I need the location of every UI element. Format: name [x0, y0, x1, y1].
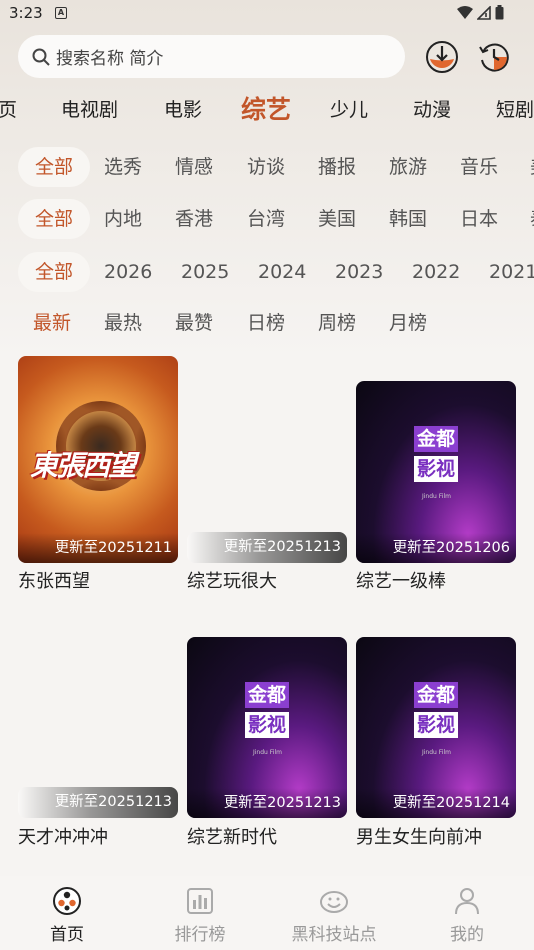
person-icon	[455, 888, 479, 915]
poster: 金都 影视 Jindu Film 更新至20251206	[356, 381, 516, 563]
search-icon	[32, 48, 50, 66]
genre-chip[interactable]: 播报	[318, 147, 356, 187]
poster: 金都 影视 Jindu Film 更新至20251214	[356, 637, 516, 818]
genre-filter-row: 全部 选秀 情感 访谈 播报 旅游 音乐 美	[0, 147, 534, 187]
nav-label: 我的	[450, 925, 484, 945]
nav-profile[interactable]: 我的	[400, 876, 534, 950]
year-chip[interactable]: 2024	[258, 252, 306, 292]
poster-logo-text: 東張西望	[30, 449, 136, 482]
region-filter-row: 全部 内地 香港 台湾 美国 韩国 日本 泰	[0, 199, 534, 239]
show-title: 综艺玩很大	[187, 571, 277, 592]
battery-icon	[495, 5, 504, 20]
update-badge: 更新至20251213	[187, 788, 347, 818]
nav-ranking[interactable]: 排行榜	[133, 876, 267, 950]
show-title: 男生女生向前冲	[356, 827, 482, 848]
genre-chip-all[interactable]: 全部	[18, 147, 90, 187]
region-chip[interactable]: 香港	[175, 199, 213, 239]
nav-label: 首页	[50, 925, 84, 945]
sort-chip[interactable]: 周榜	[318, 303, 356, 343]
year-chip-all[interactable]: 全部	[18, 252, 90, 292]
show-card[interactable]: 金都 影视 Jindu Film 更新至20251213 综艺新时代	[187, 612, 347, 852]
sort-chip[interactable]: 最赞	[175, 303, 213, 343]
tab-home-partial[interactable]: 页	[0, 88, 17, 132]
sort-chip[interactable]: 最热	[104, 303, 142, 343]
show-card[interactable]: 金都 影视 Jindu Film 更新至20251214 男生女生向前冲	[356, 612, 516, 852]
show-title: 综艺新时代	[187, 827, 277, 848]
region-chip[interactable]: 台湾	[247, 199, 285, 239]
genre-chip[interactable]: 音乐	[460, 147, 498, 187]
poster: 金都 影视 Jindu Film 更新至20251213	[187, 637, 347, 818]
region-chip[interactable]: 内地	[104, 199, 142, 239]
update-badge: 更新至20251211	[18, 533, 178, 563]
region-chip[interactable]: 日本	[460, 199, 498, 239]
nav-label: 黑科技站点	[291, 925, 377, 945]
genre-chip[interactable]: 情感	[175, 147, 213, 187]
show-title: 综艺一级棒	[356, 571, 446, 592]
region-chip[interactable]: 泰	[530, 199, 534, 239]
tab-tv-series[interactable]: 电视剧	[61, 88, 118, 132]
wifi-icon	[457, 5, 473, 19]
tab-movies[interactable]: 电影	[164, 88, 202, 132]
region-chip[interactable]: 韩国	[389, 199, 427, 239]
download-icon[interactable]	[425, 40, 459, 74]
show-title: 东张西望	[18, 571, 90, 592]
category-tabs: 页 电视剧 电影 综艺 少儿 动漫 短剧	[0, 88, 534, 132]
genre-chip[interactable]: 美	[530, 147, 534, 187]
update-badge: 更新至20251213	[18, 787, 178, 818]
sort-filter-row: 最新 最热 最赞 日榜 周榜 月榜	[0, 303, 534, 343]
year-chip[interactable]: 2023	[335, 252, 383, 292]
region-chip-all[interactable]: 全部	[18, 199, 90, 239]
tab-kids[interactable]: 少儿	[330, 88, 368, 132]
poster: 更新至20251213	[187, 532, 347, 563]
region-chip[interactable]: 美国	[318, 199, 356, 239]
show-card[interactable]: 更新至20251213 天才冲冲冲	[18, 612, 178, 852]
smile-cloud-icon	[320, 891, 348, 913]
show-title: 天才冲冲冲	[18, 827, 108, 848]
sort-chip-latest[interactable]: 最新	[33, 303, 71, 343]
tab-short-drama[interactable]: 短剧	[496, 88, 534, 132]
year-chip[interactable]: 2022	[412, 252, 460, 292]
year-chip[interactable]: 2026	[104, 252, 152, 292]
poster-image: 東張西望	[18, 356, 178, 563]
notification-icon: A	[55, 7, 67, 19]
year-filter-row: 全部 2026 2025 2024 2023 2022 2021	[0, 252, 534, 292]
history-icon[interactable]	[477, 40, 511, 74]
show-card[interactable]: 東張西望 更新至20251211 东张西望	[18, 356, 178, 596]
year-chip[interactable]: 2025	[181, 252, 229, 292]
genre-chip[interactable]: 选秀	[104, 147, 142, 187]
status-time: 3:23	[9, 4, 43, 22]
show-card[interactable]: 更新至20251213 综艺玩很大	[187, 356, 347, 596]
search-input[interactable]: 搜索名称 简介	[18, 35, 405, 78]
nav-home[interactable]: 首页	[0, 876, 134, 950]
chart-icon	[187, 888, 213, 914]
tab-variety[interactable]: 综艺	[241, 88, 291, 132]
poster: 更新至20251213	[18, 787, 178, 818]
genre-chip[interactable]: 旅游	[389, 147, 427, 187]
poster: 東張西望 更新至20251211	[18, 356, 178, 563]
sort-chip[interactable]: 月榜	[389, 303, 427, 343]
status-bar: 3:23 A	[0, 0, 534, 28]
nav-label: 排行榜	[174, 925, 226, 945]
tab-anime[interactable]: 动漫	[413, 88, 451, 132]
search-placeholder: 搜索名称 简介	[56, 49, 164, 69]
nav-blacktech-sites[interactable]: 黑科技站点	[267, 876, 401, 950]
sort-chip[interactable]: 日榜	[247, 303, 285, 343]
update-badge: 更新至20251206	[356, 533, 516, 563]
show-card[interactable]: 金都 影视 Jindu Film 更新至20251206 综艺一级棒	[356, 356, 516, 596]
update-badge: 更新至20251213	[187, 532, 347, 563]
year-chip[interactable]: 2021	[489, 252, 534, 292]
update-badge: 更新至20251214	[356, 788, 516, 818]
genre-chip[interactable]: 访谈	[247, 147, 285, 187]
signal-icon	[477, 5, 491, 20]
film-reel-icon	[53, 887, 81, 915]
status-icons	[457, 5, 504, 20]
bottom-nav: 首页 排行榜 黑科技站点 我的	[0, 876, 534, 950]
